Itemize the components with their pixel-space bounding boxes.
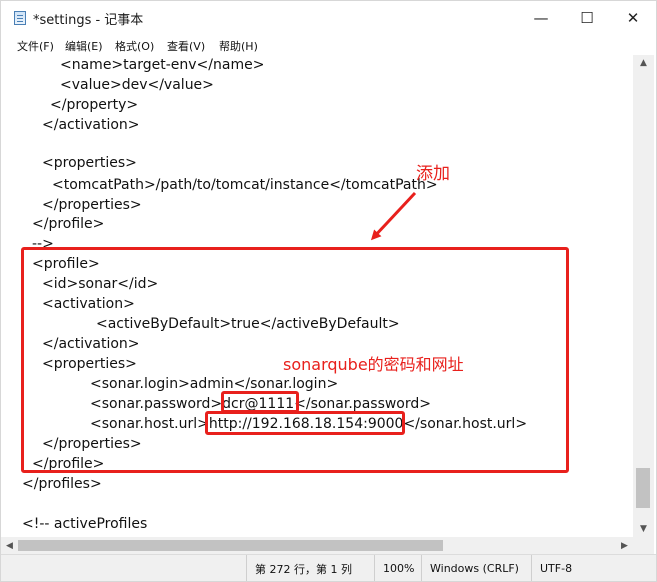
cursor-position: 第 272 行，第 1 列: [246, 555, 374, 581]
horizontal-scrollbar[interactable]: ◀ ▶: [1, 537, 633, 554]
zoom-level: 100%: [374, 555, 421, 581]
horizontal-scroll-thumb[interactable]: [18, 540, 443, 551]
status-bar: 第 272 行，第 1 列 100% Windows (CRLF) UTF-8: [1, 554, 656, 581]
scroll-up-icon[interactable]: ▲: [633, 55, 654, 71]
text-line: </property>: [50, 97, 139, 113]
minimize-button[interactable]: —: [518, 1, 564, 35]
text-line: </profile>: [32, 216, 105, 232]
menu-bar: 文件(F) 编辑(E) 格式(O) 查看(V) 帮助(H): [1, 35, 656, 55]
scroll-down-icon[interactable]: ▼: [633, 521, 654, 537]
text-line: </activation>: [42, 117, 140, 133]
close-button[interactable]: ✕: [610, 1, 656, 35]
text-line: <!-- activeProfiles: [22, 516, 148, 532]
menu-help[interactable]: 帮助(H): [219, 38, 258, 54]
text-line: <value>dev</value>: [60, 77, 214, 93]
text-line: </properties>: [42, 197, 142, 213]
annotation-box-host-url: [205, 411, 405, 435]
encoding: UTF-8: [531, 555, 656, 581]
vertical-scrollbar[interactable]: ▲ ▼: [633, 55, 654, 537]
notepad-window: *settings - 记事本 — ☐ ✕ 文件(F) 编辑(E) 格式(O) …: [0, 0, 657, 582]
text-line: <name>target-env</name>: [60, 57, 265, 73]
scrollbar-corner: [633, 537, 654, 554]
text-line: <tomcatPath>/path/to/tomcat/instance</to…: [52, 177, 438, 193]
maximize-button[interactable]: ☐: [564, 1, 610, 35]
annotation-box-password: [221, 391, 299, 413]
annotation-label-add: 添加: [416, 164, 450, 184]
menu-edit[interactable]: 编辑(E): [65, 38, 103, 54]
text-line: </profiles>: [22, 476, 102, 492]
text-line: <properties>: [42, 155, 137, 171]
notepad-icon: [14, 11, 26, 25]
title-bar[interactable]: *settings - 记事本 — ☐ ✕: [1, 1, 656, 35]
scroll-left-icon[interactable]: ◀: [1, 537, 18, 554]
vertical-scroll-thumb[interactable]: [636, 468, 650, 508]
line-ending: Windows (CRLF): [421, 555, 531, 581]
scroll-right-icon[interactable]: ▶: [616, 537, 633, 554]
menu-file[interactable]: 文件(F): [17, 38, 54, 54]
annotation-label-sonarqube: sonarqube的密码和网址: [283, 355, 464, 374]
menu-format[interactable]: 格式(O): [115, 38, 154, 54]
menu-view[interactable]: 查看(V): [167, 38, 205, 54]
window-title: *settings - 记事本: [33, 13, 144, 28]
